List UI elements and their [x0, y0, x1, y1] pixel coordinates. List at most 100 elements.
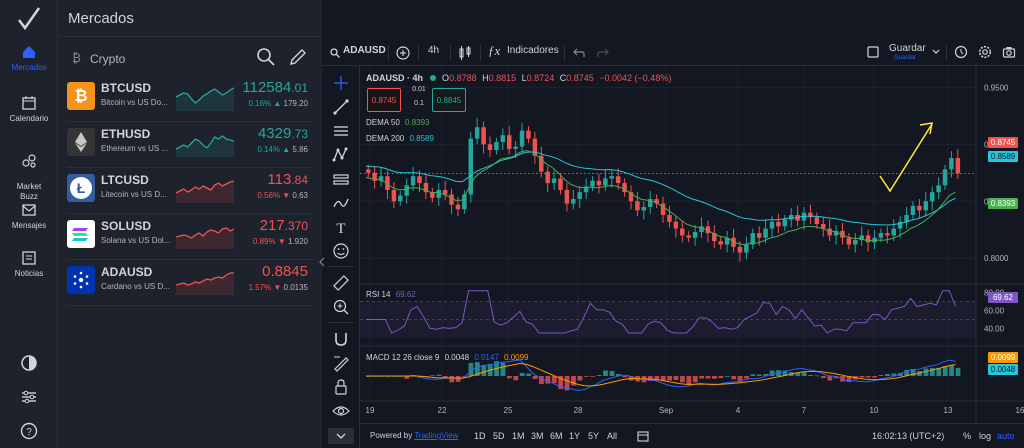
nav-item-mercados[interactable]: Mercados	[0, 44, 58, 73]
macd-histogram-bar	[756, 374, 762, 376]
legend-low: 0.8724	[526, 73, 555, 83]
divider	[67, 121, 313, 122]
powered-by[interactable]: Powered by TradingView	[370, 431, 458, 440]
collapse-panel-icon[interactable]	[318, 256, 326, 268]
horizontal-lines-icon[interactable]	[332, 122, 350, 140]
candle-body	[667, 214, 672, 222]
brush-icon[interactable]	[332, 194, 350, 212]
price-tick-label: 0.9500	[984, 83, 1009, 92]
market-change: 0.89% ▼ 1.920	[253, 237, 308, 246]
market-row-ltcusd[interactable]: Ł LTCUSD Litecoin vs US D... 113.84 0.56% ▼ …	[58, 170, 322, 214]
category-label[interactable]: Crypto	[90, 52, 125, 66]
candle-body	[846, 237, 852, 245]
chart-legend: ADAUSD · 4h O0.8788 H0.8815 L0.8724 C0.8…	[366, 73, 672, 83]
search-icon[interactable]	[256, 47, 276, 67]
chevron-down-icon[interactable]	[932, 49, 940, 55]
nav-item-noticias[interactable]: Noticias	[0, 250, 58, 279]
macd-histogram-bar	[680, 376, 685, 383]
clock[interactable]: 16:02:13 (UTC+2)	[872, 431, 944, 441]
edit-pencil-icon[interactable]	[288, 47, 308, 67]
ruler-forecast-icon[interactable]	[332, 170, 350, 188]
sell-button[interactable]: 0.8745	[367, 88, 401, 112]
chart-area[interactable]: 0.95000.90000.85000.800019222528Sep47101…	[360, 66, 1024, 448]
macd-histogram-bar	[859, 376, 865, 378]
nav-item-market-buzz[interactable]: Market Buzz	[0, 143, 58, 202]
magnet-icon[interactable]	[332, 330, 350, 348]
candle-body	[404, 185, 409, 196]
nav-label: Mensajes	[11, 221, 47, 230]
symbol-button[interactable]: ADAUSD	[343, 45, 386, 56]
crosshair-icon[interactable]	[332, 74, 350, 92]
nav-item-mensajes[interactable]: Mensajes	[0, 202, 58, 231]
candle-body	[455, 204, 461, 210]
change-percent: 0.56%	[257, 191, 281, 200]
market-row-solusd[interactable]: SOLUSD Solana vs US Dol... 217.370 0.89% ▼ …	[58, 216, 322, 260]
gear-icon[interactable]	[978, 45, 992, 59]
collapse-toolbar-icon[interactable]	[328, 428, 354, 444]
change-arrow-icon: ▼	[282, 191, 291, 200]
save-sublabel: Guardar	[894, 55, 917, 61]
range-button-5d[interactable]: 5D	[493, 431, 505, 441]
trend-line-icon[interactable]	[332, 98, 350, 116]
emoji-icon[interactable]	[332, 242, 350, 260]
camera-icon[interactable]	[1002, 45, 1016, 59]
candles-icon[interactable]	[458, 45, 472, 61]
bubbles-icon	[22, 154, 36, 168]
interval-button[interactable]: 4h	[428, 45, 439, 56]
market-row-btcusd[interactable]: ₿ BTCUSD Bitcoin vs US Do... 112584.01 0.16%…	[58, 78, 322, 122]
indicators-button[interactable]: Indicadores	[507, 45, 559, 56]
measure-ruler-icon[interactable]	[332, 274, 350, 292]
help-icon[interactable]: ?	[19, 421, 39, 441]
range-button-1y[interactable]: 1Y	[569, 431, 580, 441]
lock-icon[interactable]	[332, 378, 350, 396]
auto-toggle[interactable]: auto	[997, 431, 1015, 441]
time-tick-label: 22	[438, 406, 447, 415]
rsi-tick-label: 60.00	[984, 307, 1005, 316]
sparkline-chart	[176, 227, 234, 249]
candle-body	[487, 144, 493, 151]
theme-toggle-icon[interactable]	[19, 353, 39, 373]
range-button-1m[interactable]: 1M	[512, 431, 525, 441]
market-row-ethusd[interactable]: ETHUSD Ethereum vs US ... 4329.73 0.14% ▲ 5…	[58, 124, 322, 168]
eye-icon[interactable]	[332, 402, 350, 420]
tradingview-link[interactable]: TradingView	[414, 431, 458, 440]
app-logo-icon[interactable]	[17, 6, 41, 32]
spread-value: 0.01	[412, 86, 426, 93]
market-row-adausd[interactable]: ADAUSD Cardano vs US D... 0.8845 1.57% ▼ 0.…	[58, 262, 322, 306]
time-tick-label: 28	[574, 406, 583, 415]
percent-toggle[interactable]: %	[963, 431, 971, 441]
macd-histogram-bar	[827, 376, 833, 381]
dema200-badge: 0.8589	[988, 151, 1018, 162]
range-button-3m[interactable]: 3M	[531, 431, 544, 441]
range-button-5y[interactable]: 5Y	[588, 431, 599, 441]
indicators-icon[interactable]: ƒx	[488, 43, 500, 59]
save-button[interactable]: Guardar	[889, 43, 926, 54]
change-percent: 1.57%	[248, 283, 272, 292]
search-icon[interactable]	[330, 48, 340, 58]
add-compare-icon[interactable]	[396, 46, 410, 60]
chart-footer: Powered by TradingView 1D 5D 1M 3M 6M 1Y 5Y All…	[360, 423, 1024, 448]
range-button-6m[interactable]: 6M	[550, 431, 563, 441]
bitcoin-category-icon: ₿	[72, 51, 81, 65]
settings-sliders-icon[interactable]	[19, 387, 39, 407]
text-tool-icon[interactable]: T	[332, 218, 350, 236]
calendar-range-icon[interactable]	[637, 430, 649, 442]
redo-icon[interactable]	[597, 48, 609, 58]
market-symbol: SOLUSD	[101, 219, 152, 233]
stay-drawing-icon[interactable]	[332, 354, 350, 372]
layout-square-icon[interactable]	[867, 46, 879, 58]
zoom-in-icon[interactable]	[332, 298, 350, 316]
candle-body	[596, 180, 602, 186]
market-price: 113.84	[267, 171, 308, 188]
log-toggle[interactable]: log	[979, 431, 991, 441]
undo-icon[interactable]	[573, 48, 585, 58]
pattern-icon[interactable]	[332, 146, 350, 164]
candle-body	[769, 221, 775, 229]
alert-clock-icon[interactable]	[954, 45, 968, 59]
price-chart[interactable]: 0.95000.90000.85000.800019222528Sep47101…	[360, 66, 1024, 423]
market-price: 217.370	[260, 217, 308, 234]
range-button-1d[interactable]: 1D	[474, 431, 486, 441]
range-button-all[interactable]: All	[607, 431, 617, 441]
buy-button[interactable]: 0.8845	[432, 88, 466, 112]
nav-item-calendario[interactable]: Calendario	[0, 95, 58, 124]
